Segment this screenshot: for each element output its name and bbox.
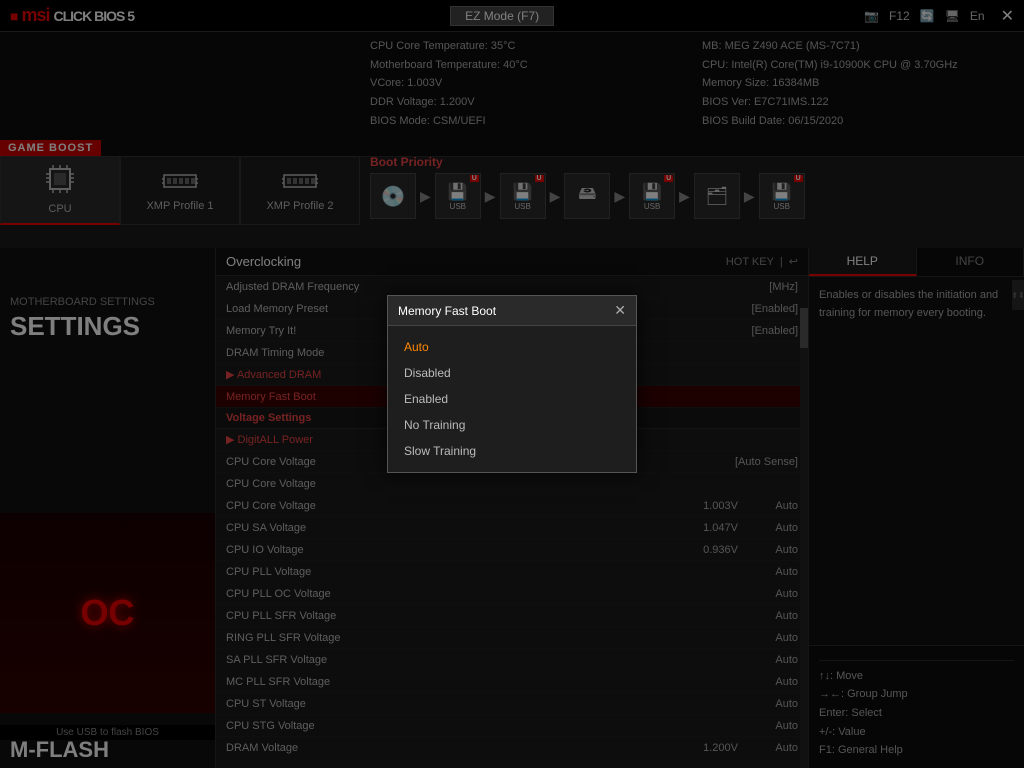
modal-option-auto[interactable]: Auto bbox=[388, 334, 636, 360]
modal-option-slow-training[interactable]: Slow Training bbox=[388, 438, 636, 464]
modal-title: Memory Fast Boot bbox=[398, 304, 496, 318]
modal-close-button[interactable]: ✕ bbox=[614, 302, 626, 319]
modal-body: Auto Disabled Enabled No Training Slow T… bbox=[388, 326, 636, 472]
modal-overlay: Memory Fast Boot ✕ Auto Disabled Enabled… bbox=[0, 0, 1024, 768]
modal-option-no-training[interactable]: No Training bbox=[388, 412, 636, 438]
modal-header: Memory Fast Boot ✕ bbox=[388, 296, 636, 326]
modal-option-enabled[interactable]: Enabled bbox=[388, 386, 636, 412]
modal-box: Memory Fast Boot ✕ Auto Disabled Enabled… bbox=[387, 295, 637, 473]
modal-option-disabled[interactable]: Disabled bbox=[388, 360, 636, 386]
